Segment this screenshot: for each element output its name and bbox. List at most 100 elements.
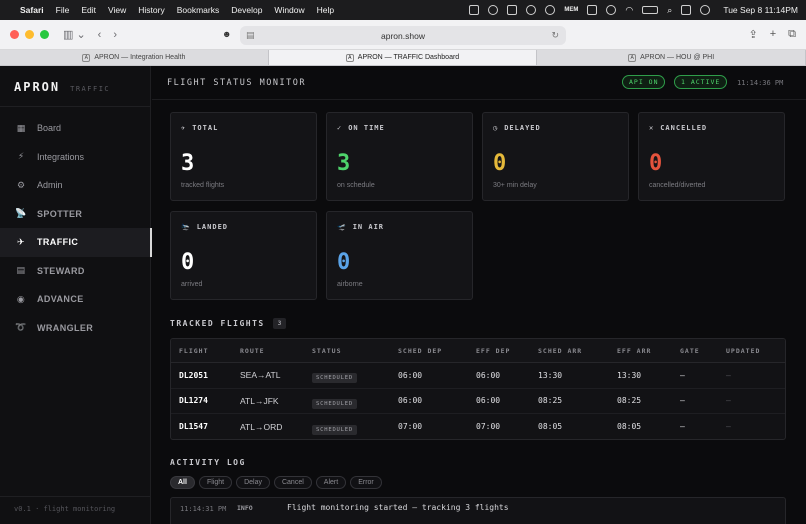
- col-header[interactable]: GATE: [680, 347, 700, 355]
- sidebar-item-label: Admin: [37, 180, 63, 191]
- new-tab-icon[interactable]: +: [770, 28, 776, 41]
- card-subtitle: arrived: [181, 281, 203, 288]
- share-icon[interactable]: ⇪: [748, 28, 757, 41]
- sidebar-toggle-icon[interactable]: ▥ ⌄: [63, 28, 86, 41]
- menu-develop[interactable]: Develop: [231, 5, 262, 15]
- clock-icon[interactable]: [606, 5, 617, 15]
- address-bar[interactable]: ▤ apron.show ↻: [240, 26, 566, 45]
- sidebar-item-board[interactable]: ▦ Board: [0, 114, 151, 143]
- plug-icon: ⚡: [17, 151, 25, 162]
- sidebar: APRON TRAFFIC ▦ Board ⚡ Integrations ⚙ A…: [0, 66, 152, 524]
- filter-delay-button[interactable]: Delay: [236, 476, 270, 489]
- tab-hou-phi[interactable]: A APRON — HOU @ PHI: [537, 50, 806, 65]
- reload-icon[interactable]: ↻: [551, 30, 559, 41]
- status-badge: SCHEDULED: [312, 424, 358, 435]
- log-message: Flight monitoring started — tracking 3 f…: [287, 503, 509, 512]
- menu-view[interactable]: View: [108, 5, 126, 15]
- card-value: 0: [337, 250, 351, 275]
- circle-app-icon[interactable]: [545, 5, 556, 15]
- card-label: 🛬 LANDED: [181, 223, 229, 231]
- col-header[interactable]: EFF DEP: [476, 347, 510, 355]
- sidebar-item-wrangler[interactable]: ➰ WRANGLER: [0, 314, 151, 343]
- sidebar-item-admin[interactable]: ⚙ Admin: [0, 171, 151, 200]
- minimize-window-button[interactable]: [25, 30, 34, 39]
- menu-help[interactable]: Help: [317, 5, 334, 15]
- sidebar-item-traffic[interactable]: ✈ TRAFFIC: [0, 228, 152, 257]
- mem-indicator[interactable]: MEM: [564, 7, 578, 13]
- menu-file[interactable]: File: [56, 5, 70, 15]
- play-icon[interactable]: [488, 5, 499, 15]
- tab-overview-icon[interactable]: ⧉: [788, 28, 796, 41]
- table-row[interactable]: DL1274 ATL→JFK SCHEDULED 06:00 06:00 08:…: [171, 389, 785, 415]
- page-title: FLIGHT STATUS MONITOR: [167, 78, 306, 88]
- tab-traffic-dashboard[interactable]: A APRON — TRAFFIC Dashboard: [268, 50, 538, 65]
- control-center-icon[interactable]: [681, 5, 692, 15]
- menu-bookmarks[interactable]: Bookmarks: [177, 5, 220, 15]
- close-icon: ✕: [649, 124, 655, 132]
- dropbox-icon[interactable]: [507, 5, 518, 15]
- card-label: ◷ DELAYED: [493, 124, 541, 132]
- sidebar-item-advance[interactable]: ◉ ADVANCE: [0, 285, 151, 314]
- api-status-badge: API ON: [622, 75, 666, 89]
- filter-error-button[interactable]: Error: [350, 476, 382, 489]
- log-timestamp: 11:14:31 PM: [180, 505, 227, 513]
- table-header: FLIGHT ROUTE STATUS SCHED DEP EFF DEP SC…: [171, 339, 785, 363]
- sidebar-item-spotter[interactable]: 📡 SPOTTER: [0, 200, 151, 229]
- activity-log-list[interactable]: 11:14:31 PM INFO Flight monitoring start…: [170, 497, 786, 524]
- spotlight-icon[interactable]: ⌕: [667, 5, 672, 16]
- siri-icon[interactable]: [700, 5, 711, 15]
- status-cell: SCHEDULED: [312, 366, 358, 384]
- activity-log-heading: ACTIVITY LOG: [170, 458, 246, 467]
- eye-icon[interactable]: [526, 5, 537, 15]
- col-header[interactable]: FLIGHT: [179, 347, 208, 355]
- menu-history[interactable]: History: [138, 5, 164, 15]
- plane-departure-icon: 🛫: [337, 223, 347, 231]
- zoom-window-button[interactable]: [40, 30, 49, 39]
- brand[interactable]: APRON TRAFFIC: [14, 80, 110, 94]
- menu-edit[interactable]: Edit: [81, 5, 96, 15]
- card-label: ✈ TOTAL: [181, 124, 219, 132]
- eff-dep: 06:00: [476, 396, 501, 406]
- col-header[interactable]: EFF ARR: [617, 347, 651, 355]
- tab-integration-health[interactable]: A APRON — Integration Health: [0, 50, 269, 65]
- battery-icon[interactable]: [642, 6, 659, 14]
- favicon-icon: A: [628, 53, 637, 62]
- sidebar-item-steward[interactable]: ▤ STEWARD: [0, 257, 151, 286]
- flight-number: DL1547: [179, 422, 208, 432]
- wifi-icon[interactable]: ◠: [625, 5, 633, 16]
- menubar-status-area: MEM ◠ ⌕ Tue Sep 8 11:14PM: [469, 5, 798, 16]
- forward-icon[interactable]: ›: [113, 29, 117, 41]
- card-label: ✓ ON TIME: [337, 124, 385, 132]
- filter-cancel-button[interactable]: Cancel: [273, 476, 312, 489]
- filter-all-button[interactable]: All: [170, 476, 195, 489]
- phone-icon[interactable]: [587, 5, 598, 15]
- tracked-flights-heading: TRACKED FLIGHTS 3: [170, 318, 287, 329]
- sched-arr: 08:05: [538, 422, 563, 432]
- menu-app[interactable]: Safari: [20, 5, 44, 15]
- table-row[interactable]: DL1547 ATL→ORD SCHEDULED 07:00 07:00 08:…: [171, 414, 785, 439]
- col-header[interactable]: SCHED DEP: [398, 347, 442, 355]
- eff-arr: 13:30: [617, 370, 642, 380]
- menu-window[interactable]: Window: [274, 5, 304, 15]
- compass-icon: ◉: [16, 293, 26, 304]
- col-header[interactable]: STATUS: [312, 347, 341, 355]
- col-header[interactable]: SCHED ARR: [538, 347, 582, 355]
- table-row[interactable]: DL2051 SEA→ATL SCHEDULED 06:00 06:00 13:…: [171, 363, 785, 389]
- card-value: 0: [181, 250, 195, 275]
- menubar-clock[interactable]: Tue Sep 8 11:14PM: [723, 5, 798, 15]
- brand-subtitle: TRAFFIC: [70, 85, 111, 93]
- extension-icon[interactable]: ☻: [222, 29, 231, 39]
- tab-bar: A APRON — Integration Health A APRON — T…: [0, 50, 806, 66]
- filter-alert-button[interactable]: Alert: [315, 476, 347, 489]
- back-icon[interactable]: ‹: [98, 29, 102, 41]
- section-title: ACTIVITY LOG: [170, 458, 246, 467]
- sidebar-item-integrations[interactable]: ⚡ Integrations: [0, 143, 151, 172]
- card-subtitle: tracked flights: [181, 182, 225, 189]
- col-header[interactable]: UPDATED: [726, 347, 760, 355]
- filter-flight-button[interactable]: Flight: [198, 476, 233, 489]
- page-settings-icon[interactable]: ▤: [246, 30, 255, 41]
- col-header[interactable]: ROUTE: [240, 347, 265, 355]
- sidebar-item-label: SPOTTER: [37, 208, 83, 219]
- close-window-button[interactable]: [10, 30, 19, 39]
- screen-icon[interactable]: [469, 5, 480, 15]
